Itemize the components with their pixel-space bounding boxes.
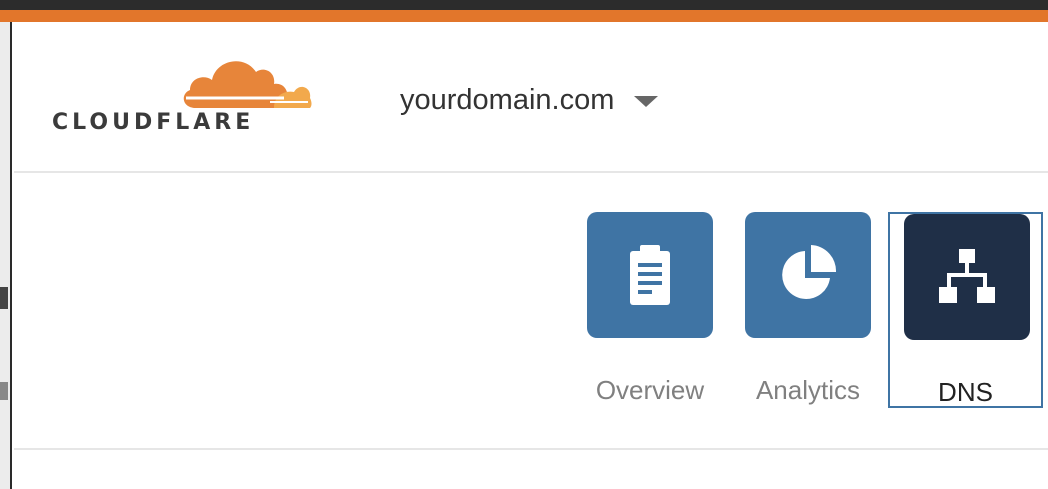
edge-mark [0, 382, 8, 400]
window-left-edge [0, 22, 12, 489]
sitemap-icon [939, 249, 995, 303]
edge-mark [0, 287, 8, 309]
pie-chart-icon [782, 245, 837, 299]
nav-divider [14, 448, 1048, 450]
site-header: CLOUDFLARE yourdomain.com [14, 22, 1048, 172]
clipboard-icon [630, 245, 670, 305]
tab-dns[interactable]: DNS [888, 212, 1043, 408]
tab-analytics[interactable]: Analytics [745, 212, 883, 408]
dns-tile [904, 214, 1030, 340]
domain-name: yourdomain.com [400, 83, 615, 116]
domain-selector[interactable]: yourdomain.com [400, 80, 659, 120]
tab-overview-label: Overview [595, 375, 705, 405]
tab-dns-label: DNS [938, 377, 993, 407]
cloudflare-wordmark: CLOUDFLARE [52, 110, 255, 135]
cloudflare-logo[interactable]: CLOUDFLARE [52, 52, 314, 148]
tab-overview[interactable]: Overview [587, 212, 725, 408]
cloud-logo-icon [183, 61, 312, 108]
window-top-bar [0, 0, 1048, 10]
brand-accent-bar [0, 10, 1048, 22]
caret-down-icon [634, 96, 659, 107]
header-divider [14, 171, 1048, 173]
analytics-tile [745, 212, 871, 338]
tab-analytics-label: Analytics [755, 375, 861, 405]
overview-tile [587, 212, 713, 338]
